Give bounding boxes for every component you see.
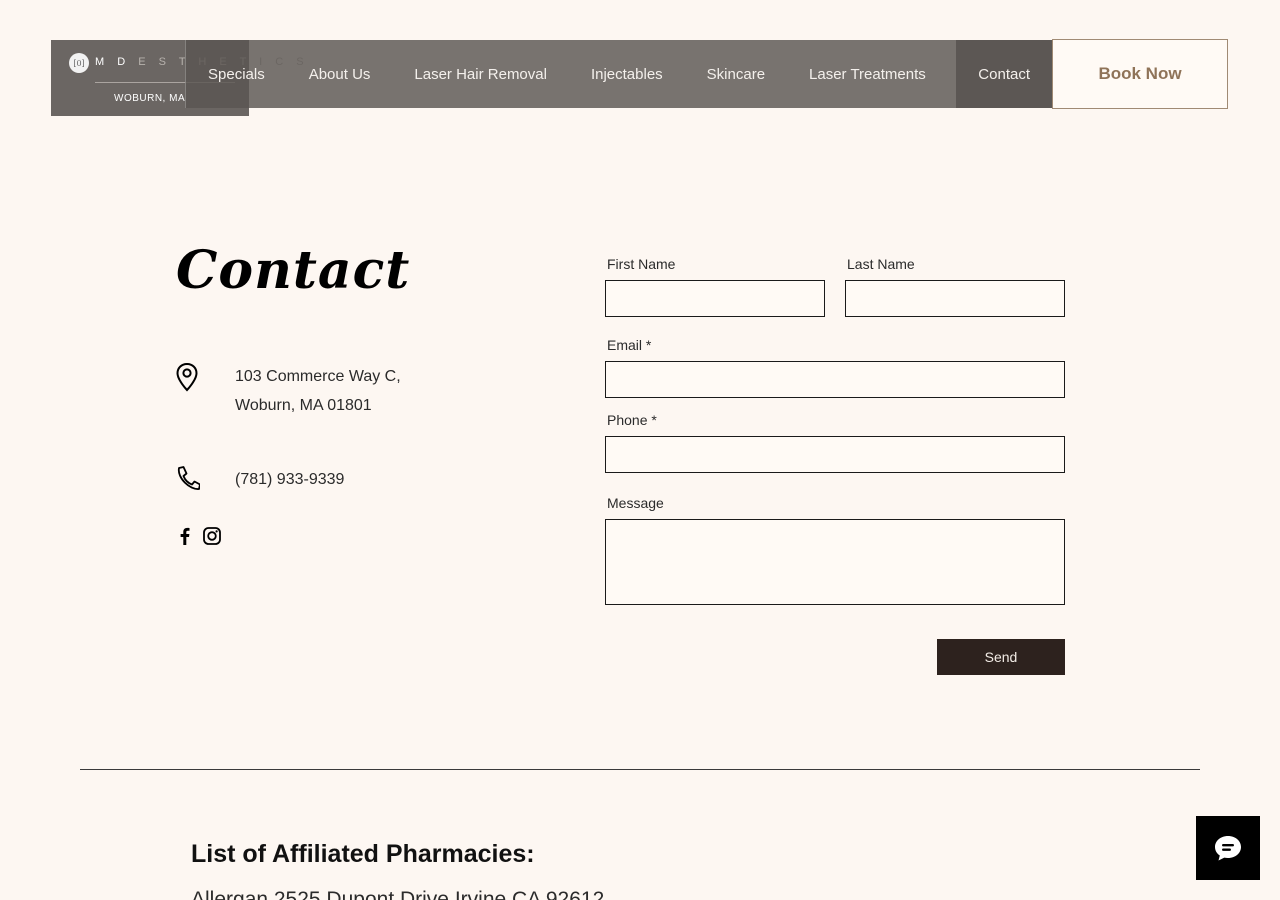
nav-item-specials[interactable]: Specials: [186, 40, 287, 108]
logo-mark-icon: [0]: [69, 53, 89, 73]
nav-item-about-us[interactable]: About Us: [287, 40, 393, 108]
nav-item-laser-hair-removal[interactable]: Laser Hair Removal: [392, 40, 569, 108]
logo-brand-bright: M D: [95, 56, 139, 68]
last-name-label: Last Name: [847, 256, 915, 272]
message-label: Message: [607, 495, 664, 511]
email-label: Email *: [607, 337, 652, 353]
instagram-icon[interactable]: [202, 526, 222, 546]
pharmacy-item: Allergan 2525 Dupont Drive Irvine CA 926…: [191, 888, 605, 900]
phone-number[interactable]: (781) 933-9339: [235, 465, 344, 494]
phone-field[interactable]: [605, 436, 1065, 473]
first-name-label: First Name: [607, 256, 676, 272]
send-button[interactable]: Send: [937, 639, 1065, 675]
section-divider: [80, 769, 1200, 770]
email-field[interactable]: [605, 361, 1065, 398]
nav-item-laser-treatments[interactable]: Laser Treatments: [787, 40, 948, 108]
location-pin-icon: [176, 362, 198, 392]
address-line-1: 103 Commerce Way C,: [235, 368, 401, 385]
nav-item-skincare[interactable]: Skincare: [685, 40, 787, 108]
first-name-field[interactable]: [605, 280, 825, 317]
facebook-icon[interactable]: [175, 526, 195, 546]
last-name-field[interactable]: [845, 280, 1065, 317]
message-field[interactable]: [605, 519, 1065, 605]
chat-button[interactable]: [1196, 816, 1260, 880]
address-line-2: Woburn, MA 01801: [235, 397, 372, 414]
address: 103 Commerce Way C, Woburn, MA 01801: [235, 362, 401, 420]
chat-bubble-icon: [1215, 836, 1241, 861]
page-title: Contact: [176, 240, 411, 301]
phone-label: Phone *: [607, 412, 657, 428]
book-now-button[interactable]: Book Now: [1052, 39, 1228, 109]
main-nav: Specials About Us Laser Hair Removal Inj…: [185, 40, 1052, 108]
nav-item-injectables[interactable]: Injectables: [569, 40, 685, 108]
pharmacies-heading: List of Affiliated Pharmacies:: [191, 840, 535, 868]
nav-item-contact[interactable]: Contact: [956, 40, 1052, 108]
phone-icon: [178, 466, 200, 490]
logo-location: WOBURN, MA: [114, 93, 186, 104]
